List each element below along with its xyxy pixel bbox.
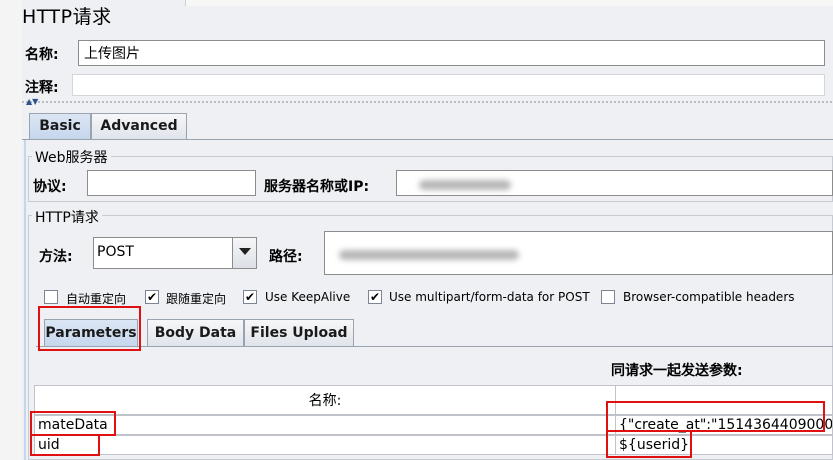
param-name-cell[interactable]: uid [34,435,616,455]
checkbox-browser-compatible[interactable] [601,290,615,304]
param-name-cell[interactable]: mateData [34,415,616,435]
tab-advanced[interactable]: Advanced [91,113,187,140]
highlight-box [38,306,141,351]
protocol-input[interactable] [87,170,256,196]
check-mark-icon: ✔ [244,290,256,304]
comment-label: 注释: [25,80,59,96]
name-input-value: 上传图片 [84,46,140,62]
path-input[interactable] [324,231,833,275]
highlight-box [606,401,825,432]
highlight-box [30,434,100,456]
tab-content-edge [24,140,26,460]
method-label: 方法: [39,249,73,265]
checkbox-follow-redirect-label: 跟随重定向 [166,292,227,306]
column-header-name[interactable]: 名称: [34,385,616,415]
checkbox-multipart-label: Use multipart/form-data for POST [389,290,590,304]
highlight-box [30,411,116,436]
checkbox-follow-redirect[interactable]: ✔ [145,290,159,304]
name-input[interactable]: 上传图片 [78,40,825,66]
method-dropdown-button[interactable] [232,238,256,268]
tab-body-data[interactable]: Body Data [147,319,244,347]
sub-tab-underline [36,346,833,347]
path-redacted [339,250,519,260]
checkbox-auto-redirect-label: 自动重定向 [66,292,127,306]
tab-files-upload[interactable]: Files Upload [244,319,354,347]
highlight-box [606,430,692,458]
checkbox-keepalive-label: Use KeepAlive [265,290,351,304]
comment-input[interactable] [72,74,825,96]
params-caption: 同请求一起发送参数: [611,363,743,379]
server-redacted [419,180,511,190]
tab-basic[interactable]: Basic [29,113,91,140]
checkbox-auto-redirect[interactable] [44,290,58,304]
server-input[interactable] [396,170,833,196]
method-select[interactable]: POST [93,237,257,269]
left-gutter [0,0,22,460]
method-select-value: POST [97,244,134,260]
path-label: 路径: [269,249,303,265]
check-mark-icon: ✔ [146,290,158,304]
tab-underline [22,139,833,140]
chevron-down-icon [239,248,251,255]
http-request-legend: HTTP请求 [32,207,102,227]
check-mark-icon: ✔ [369,290,381,304]
splitter-arrows-icon[interactable]: ▲▼ [26,98,38,106]
top-residual-bar [185,0,833,6]
web-server-legend: Web服务器 [32,147,111,167]
checkbox-multipart[interactable]: ✔ [368,290,382,304]
protocol-label: 协议: [33,179,67,195]
server-label: 服务器名称或IP: [264,179,370,195]
page-title: HTTP请求 [22,6,112,28]
checkbox-keepalive[interactable]: ✔ [243,290,257,304]
splitter-handle[interactable] [22,101,833,103]
checkbox-browser-compatible-label: Browser-compatible headers [623,290,795,304]
name-label: 名称: [25,47,59,63]
